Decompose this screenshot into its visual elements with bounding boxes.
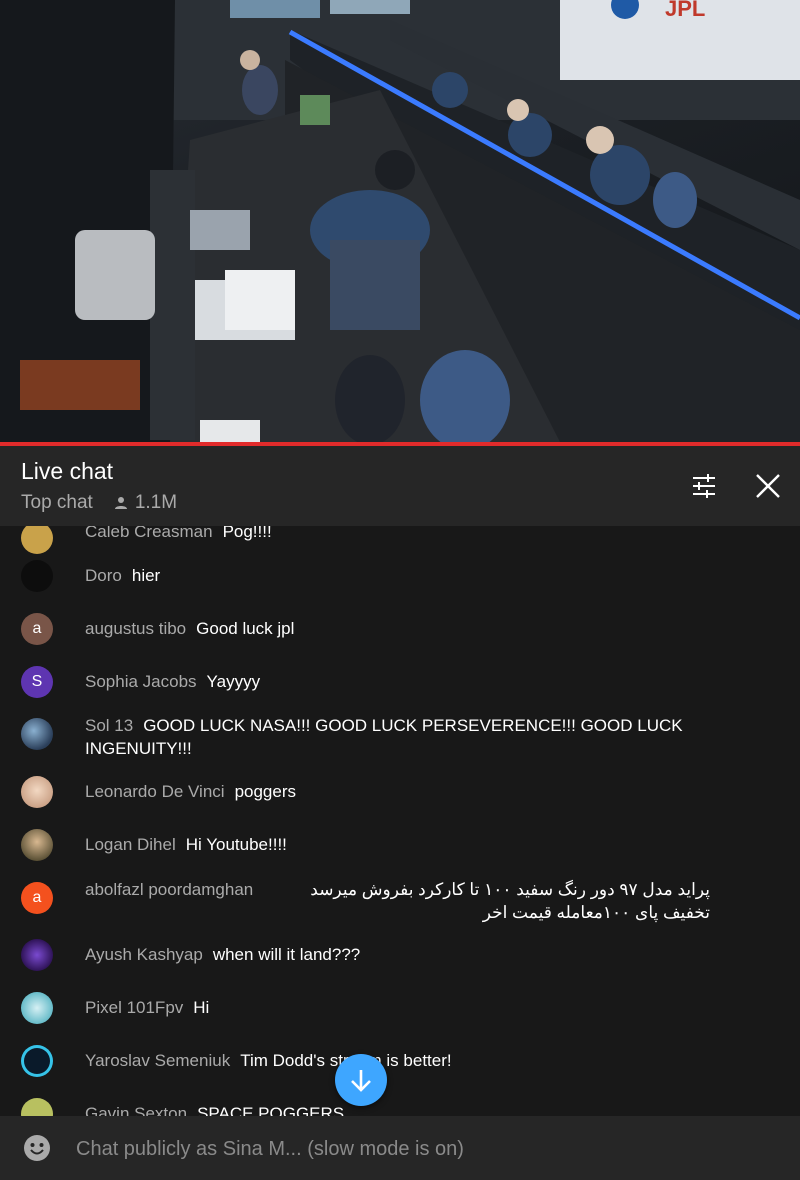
person-icon: [114, 497, 127, 509]
message-text: SPACE POGGERS: [197, 1104, 345, 1116]
avatar[interactable]: [21, 560, 53, 592]
svg-text:JPL: JPL: [665, 0, 705, 21]
message-text: GOOD LUCK NASA!!! GOOD LUCK PERSEVERENCE…: [85, 716, 683, 758]
avatar[interactable]: S: [21, 666, 53, 698]
chat-title: Live chat: [21, 458, 114, 484]
author-name[interactable]: Sol 13: [85, 716, 133, 735]
video-player[interactable]: JPL: [0, 0, 800, 442]
avatar[interactable]: [21, 718, 53, 750]
chat-message-input[interactable]: [74, 1130, 778, 1168]
scroll-to-bottom-button[interactable]: [335, 1054, 387, 1106]
chat-header: Live chat Top chat 1.1M: [0, 446, 800, 526]
avatar[interactable]: [21, 1045, 53, 1077]
avatar[interactable]: a: [21, 613, 53, 645]
message-text: پراید مدل ۹۷ دور رنگ سفید ۱۰۰ تا کارکرد …: [310, 880, 710, 922]
filter-settings-button[interactable]: [684, 466, 724, 506]
close-chat-button[interactable]: [748, 466, 788, 506]
close-icon: [756, 474, 780, 498]
message-text: poggers: [234, 782, 296, 801]
author-name[interactable]: Sophia Jacobs: [85, 672, 197, 691]
video-frame: JPL: [0, 0, 800, 442]
emoji-icon[interactable]: [23, 1134, 51, 1162]
author-name[interactable]: Logan Dihel: [85, 835, 176, 854]
author-name[interactable]: augustus tibo: [85, 619, 186, 638]
chat-subheader: Top chat 1.1M: [21, 492, 177, 514]
avatar[interactable]: a: [21, 882, 53, 914]
author-name[interactable]: Doro: [85, 566, 122, 585]
viewer-count-value: 1.1M: [134, 492, 178, 513]
message-text: Pog!!!!: [222, 526, 272, 541]
viewer-count: 1.1M: [113, 492, 177, 514]
chat-input-bar: [0, 1116, 800, 1180]
author-name[interactable]: Ayush Kashyap: [85, 945, 203, 964]
author-name[interactable]: Gavin Sexton: [85, 1104, 187, 1116]
chat-mode-dropdown[interactable]: Top chat: [21, 492, 93, 514]
avatar-letter: a: [32, 620, 42, 637]
message-text: hier: [131, 566, 161, 585]
arrow-down-icon: [351, 1070, 371, 1092]
chat-message-list[interactable]: Caleb Creasman Pog!!!! Doro hier a augustu…: [0, 526, 800, 1116]
message-text: Hi: [193, 998, 210, 1017]
settings-sliders-icon: [693, 474, 715, 498]
avatar-letter: S: [31, 673, 43, 690]
message-text: Hi Youtube!!!!: [185, 835, 287, 854]
avatar[interactable]: [21, 1098, 53, 1116]
message-text: Yayyyy: [206, 672, 261, 691]
author-name[interactable]: Yaroslav Semeniuk: [85, 1051, 230, 1070]
avatar[interactable]: [21, 526, 53, 554]
avatar[interactable]: [21, 776, 53, 808]
author-name[interactable]: Caleb Creasman: [85, 526, 213, 541]
avatar-letter: a: [32, 889, 42, 906]
avatar[interactable]: [21, 829, 53, 861]
author-name[interactable]: Pixel 101Fpv: [85, 998, 183, 1017]
author-name[interactable]: Leonardo De Vinci: [85, 782, 225, 801]
avatar[interactable]: [21, 939, 53, 971]
avatar[interactable]: [21, 992, 53, 1024]
message-text: when will it land???: [212, 945, 361, 964]
message-text: Good luck jpl: [196, 619, 295, 638]
